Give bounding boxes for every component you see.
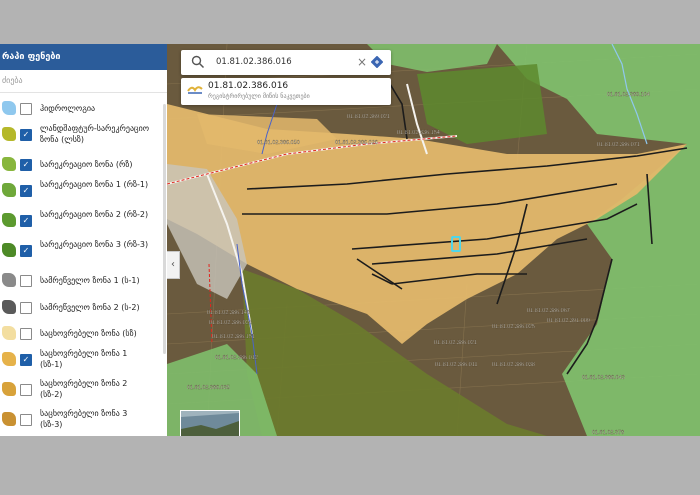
layer-label: ლანდშაფტურ-სარეკრეაციო ზონა (ლსზ): [40, 124, 150, 145]
parcel-label: 01.81.02.386.026: [335, 140, 378, 146]
parcel-label: 01.81.02.386.025: [492, 324, 535, 330]
layer-label: სარეკრეაციო ზონა 3 (რზ-3): [40, 240, 149, 250]
layer-label: საცხოვრებელი ზონა 3 (სზ-3): [40, 408, 128, 429]
layer-color-icon: [2, 351, 16, 366]
layer-color-icon: [2, 157, 16, 172]
layer-item[interactable]: ✓ ლანდშაფტურ-სარეკრეაციო ზონა (ლსზ): [0, 121, 167, 151]
layer-item[interactable]: სამრეწველო ზონა 2 (ს-2): [0, 294, 167, 320]
layer-checkbox[interactable]: ✓: [20, 185, 32, 198]
layer-color-icon: [2, 381, 16, 396]
layer-item[interactable]: ✓ სარეკრეაციო ზონა 1 (რზ-1): [0, 177, 167, 207]
layer-checkbox[interactable]: [20, 301, 32, 314]
layer-checkbox[interactable]: [20, 275, 32, 288]
parcel-label: 01.81.02.389.104: [607, 92, 650, 98]
parcel-label: 01.81.02.386.011: [435, 362, 477, 368]
parcel-label: 01.81.02.336.154: [397, 130, 440, 136]
layer-item[interactable]: ✓ საცხოვრებელი ზონა 1 (სზ-1): [0, 346, 167, 376]
layer-item[interactable]: საცხოვრებელი ზონა (სზ): [0, 320, 167, 346]
layer-checkbox[interactable]: [20, 327, 32, 340]
search-icon[interactable]: [191, 55, 205, 69]
layer-label: ჰიდროლოგია: [40, 104, 96, 113]
navigation-icon[interactable]: [371, 56, 383, 68]
layer-checkbox[interactable]: ✓: [20, 129, 32, 142]
layer-label: სარეკრეაციო ზონა 2 (რზ-2): [40, 210, 149, 220]
layer-color-icon: [2, 325, 16, 340]
layer-label: საცხოვრებელი ზონა 1 (სზ-1): [40, 348, 128, 369]
parcel-label: 01.81.02.386.038: [492, 362, 535, 368]
layer-color-icon: [2, 101, 16, 115]
satellite-thumbnail: [181, 411, 239, 436]
parcel-label: 01.81.02.386.012: [215, 355, 258, 361]
result-title: 01.81.02.386.016: [208, 81, 289, 91]
parcel-label: 01.81.02.386.024: [209, 320, 252, 326]
layer-search-input[interactable]: ძიება: [0, 70, 167, 93]
layer-checkbox[interactable]: ✓: [20, 215, 32, 228]
collapse-sidebar-button[interactable]: ‹: [167, 251, 180, 279]
layer-item[interactable]: საცხოვრებელი ზონა 2 (სზ-2): [0, 376, 167, 406]
layer-color-icon: [2, 127, 16, 142]
parcel-label: 01.81.02.386.035: [187, 385, 230, 391]
parcel-label: 01.81.02.369.021: [347, 114, 390, 120]
sidebar-scrollbar[interactable]: [163, 104, 166, 354]
layer-color-icon: [2, 411, 16, 426]
layer-item[interactable]: ✓ სარეკრეაციო ზონა (რზ): [0, 151, 167, 177]
parcel-label: 01.81.02.378: [592, 430, 624, 436]
layers-sidebar: რაპი ფენები ძიება ჰიდროლოგია ✓ ლანდშაფტურ-…: [0, 44, 168, 436]
layer-label: სარეკრეაციო ზონა (რზ): [40, 160, 133, 170]
parcel-label: 01.81.02.386.067: [527, 308, 570, 314]
layer-item[interactable]: ჰიდროლოგია: [0, 95, 167, 121]
parcel-icon: [187, 86, 203, 94]
parcel-label: 01.81.02.386.050: [257, 140, 300, 146]
layer-label: სამრეწველო ზონა 2 (ს-2): [40, 302, 140, 312]
search-result[interactable]: 01.81.02.386.016 რეგისტრირებული მიწის ნა…: [181, 78, 391, 105]
layer-item[interactable]: სამრეწველო ზონა 1 (ს-1): [0, 267, 167, 293]
layer-checkbox[interactable]: [20, 413, 32, 426]
map-application: რაპი ფენები ძიება ჰიდროლოგია ✓ ლანდშაფტურ-…: [0, 44, 700, 436]
layer-checkbox[interactable]: ✓: [20, 245, 32, 258]
layer-color-icon: [2, 299, 16, 314]
layer-item[interactable]: ✓ სარეკრეაციო ზონა 3 (რზ-3): [0, 237, 167, 267]
parcel-label: 01.81.02.386.043: [582, 375, 625, 381]
layer-item[interactable]: ✓ სარეკრეაციო ზონა 2 (რზ-2): [0, 207, 167, 237]
clear-icon[interactable]: ×: [357, 55, 367, 69]
basemap-switcher[interactable]: [180, 410, 240, 436]
search-input[interactable]: 01.81.02.386.016: [216, 50, 292, 75]
result-subtitle: რეგისტრირებული მიწის ნაკვეთები: [208, 93, 310, 100]
layer-label: საცხოვრებელი ზონა 2 (სზ-2): [40, 378, 128, 399]
parcel-label: 01.81.02.386.021: [434, 340, 477, 346]
parcel-label: 01.81.02.386.071: [597, 142, 640, 148]
layer-item[interactable]: საცხოვრებელი ზონა 3 (სზ-3): [0, 406, 167, 436]
layer-checkbox[interactable]: ✓: [20, 159, 32, 172]
search-bar[interactable]: 01.81.02.386.016 ×: [181, 50, 391, 75]
parcel-label: 01.81.02.386.151: [212, 334, 255, 340]
layer-label: სარეკრეაციო ზონა 1 (რზ-1): [40, 180, 149, 190]
layer-color-icon: [2, 243, 16, 258]
parcel-label: 01.81.02.391.009: [547, 318, 590, 324]
layer-checkbox[interactable]: [20, 103, 32, 115]
layer-label: საცხოვრებელი ზონა (სზ): [40, 328, 137, 338]
layer-checkbox[interactable]: [20, 383, 32, 396]
layer-color-icon: [2, 183, 16, 198]
layer-color-icon: [2, 213, 16, 228]
layer-label: სამრეწველო ზონა 1 (ს-1): [40, 276, 140, 286]
sidebar-title: რაპი ფენები: [0, 44, 167, 70]
parcel-label: 01.81.02.386.148: [207, 310, 250, 316]
layer-checkbox[interactable]: ✓: [20, 353, 32, 366]
layer-color-icon: [2, 273, 16, 288]
layer-list: ჰიდროლოგია ✓ ლანდშაფტურ-სარეკრეაციო ზონა (…: [0, 95, 167, 436]
